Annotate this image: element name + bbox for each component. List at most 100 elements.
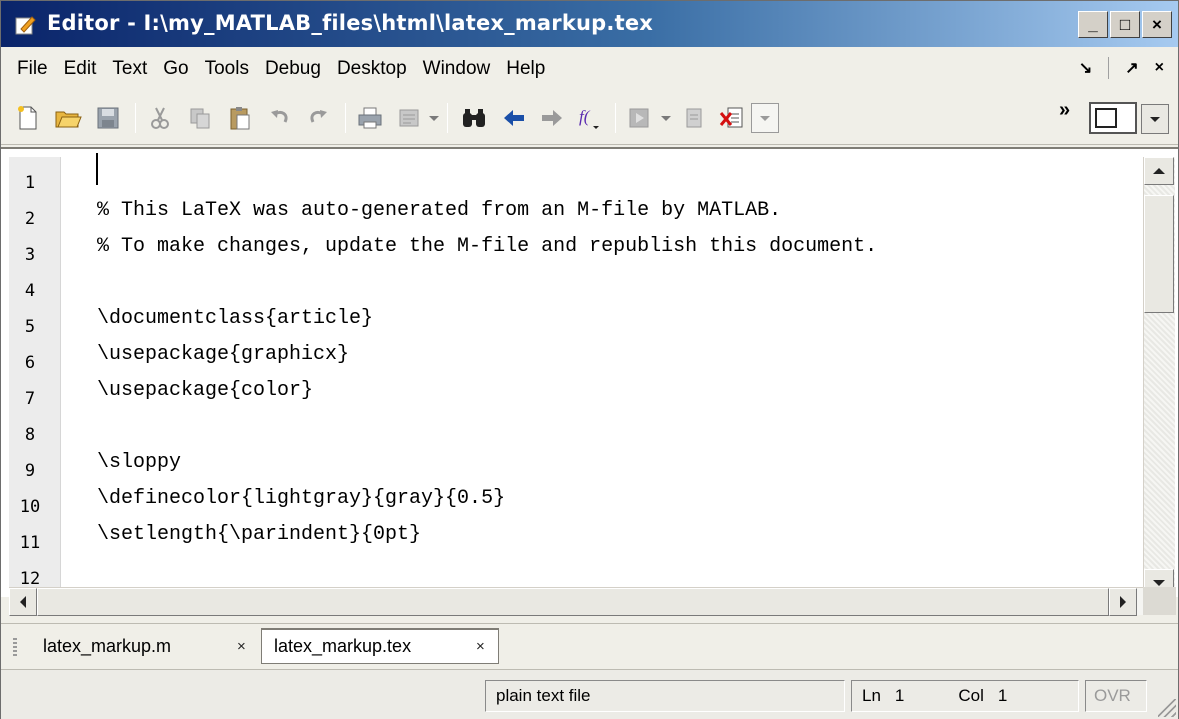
clear-breakpoints-button[interactable] (717, 103, 747, 133)
stack-button[interactable] (679, 103, 709, 133)
cell-size-dropdown[interactable] (1141, 104, 1169, 134)
chevron-up-icon (1153, 168, 1165, 174)
menu-help[interactable]: Help (498, 58, 553, 80)
line-number: 1 (24, 173, 36, 193)
maximize-button[interactable]: □ (1110, 11, 1140, 38)
code-editor[interactable]: 1 2 3 4 5 6 7 8 9 10 11 12 % This LaTeX … (1, 147, 1178, 601)
tab-latex-markup-tex[interactable]: latex_markup.tex × (261, 628, 499, 664)
menu-bar: File Edit Text Go Tools Debug Desktop Wi… (1, 49, 1178, 89)
paste-button[interactable] (225, 103, 255, 133)
code-line[interactable]: \usepackage{color} (97, 379, 313, 402)
ln-value: 1 (894, 686, 905, 705)
copy-icon (190, 108, 210, 129)
function-button[interactable]: f( (575, 103, 605, 133)
publish-icon (399, 109, 419, 127)
forward-button[interactable] (537, 103, 567, 133)
menu-go[interactable]: Go (155, 58, 196, 80)
line-number: 7 (24, 389, 36, 409)
toolbar-overflow-icon[interactable]: » (1059, 99, 1070, 122)
scroll-left-button[interactable] (9, 588, 37, 616)
line-number: 12 (19, 569, 41, 589)
svg-text:f(: f( (579, 107, 591, 126)
toolbar: f( » (1, 91, 1178, 145)
toolbar-separator (345, 103, 346, 133)
new-file-button[interactable] (13, 103, 43, 133)
undock-icon[interactable]: ↘ (1079, 58, 1092, 78)
open-file-button[interactable] (53, 103, 83, 133)
square-icon (1095, 108, 1117, 128)
code-line[interactable]: % To make changes, update the M-file and… (97, 235, 877, 258)
overwrite-mode-status: OVR (1085, 680, 1147, 712)
line-number: 2 (24, 209, 36, 229)
code-line[interactable]: \usepackage{graphicx} (97, 343, 349, 366)
line-number: 6 (24, 353, 36, 373)
run-icon (629, 108, 649, 128)
cursor-position-status: Ln 1 Col 1 (851, 680, 1079, 712)
tab-latex-markup-m[interactable]: latex_markup.m × (31, 628, 259, 664)
status-bar: plain text file Ln 1 Col 1 OVR (1, 669, 1178, 719)
tab-grip-icon[interactable] (13, 638, 17, 658)
line-number: 4 (24, 281, 36, 301)
run-dropdown-icon[interactable] (661, 116, 671, 121)
menu-tools[interactable]: Tools (197, 58, 257, 80)
maximize-doc-icon[interactable]: ↗ (1125, 58, 1138, 78)
code-line[interactable]: \setlength{\parindent}{0pt} (97, 523, 421, 546)
line-number: 3 (24, 245, 36, 265)
maximize-icon: □ (1119, 15, 1131, 34)
find-button[interactable] (459, 103, 489, 133)
open-file-icon (55, 111, 82, 128)
line-number: 5 (24, 317, 36, 337)
col-value: 1 (997, 686, 1008, 705)
minimize-icon: _ (1088, 15, 1098, 34)
run-button[interactable] (625, 103, 655, 133)
vertical-scrollbar[interactable] (1143, 157, 1175, 601)
chevron-right-icon (1120, 596, 1126, 608)
scroll-up-button[interactable] (1144, 157, 1174, 185)
code-line[interactable]: \documentclass{article} (97, 307, 373, 330)
scroll-right-button[interactable] (1109, 588, 1137, 616)
print-icon (358, 107, 382, 129)
col-label: Col (958, 686, 984, 705)
vertical-scroll-thumb[interactable] (1144, 195, 1174, 313)
tab-label: latex_markup.m (43, 635, 172, 656)
save-button[interactable] (93, 103, 123, 133)
close-doc-icon[interactable]: × (1155, 59, 1164, 77)
line-number: 9 (24, 461, 36, 481)
menu-file[interactable]: File (9, 58, 56, 80)
code-line[interactable]: % This LaTeX was auto-generated from an … (97, 199, 781, 222)
copy-button[interactable] (185, 103, 215, 133)
title-bar[interactable]: Editor - I:\my_MATLAB_files\html\latex_m… (1, 1, 1178, 47)
publish-dropdown-icon[interactable] (429, 116, 439, 121)
tab-close-icon[interactable]: × (237, 638, 246, 655)
tab-close-icon[interactable]: × (476, 638, 485, 655)
close-button[interactable]: × (1142, 11, 1172, 38)
code-line[interactable]: \sloppy (97, 451, 181, 474)
back-button[interactable] (499, 103, 529, 133)
cell-size-box[interactable] (1089, 102, 1137, 134)
chevron-down-icon (760, 115, 770, 121)
file-type-status: plain text file (485, 680, 845, 712)
cell-mode-dropdown[interactable] (751, 103, 779, 133)
forward-arrow-icon (542, 110, 562, 126)
toolbar-separator (615, 103, 616, 133)
horizontal-scroll-thumb[interactable] (37, 588, 1109, 616)
back-arrow-icon (504, 110, 524, 126)
menu-text[interactable]: Text (104, 58, 155, 80)
redo-button[interactable] (303, 103, 333, 133)
resize-grip-icon[interactable] (1158, 699, 1176, 717)
minimize-button[interactable]: _ (1078, 11, 1108, 38)
line-number-gutter: 1 2 3 4 5 6 7 8 9 10 11 12 (9, 157, 61, 593)
menu-edit[interactable]: Edit (56, 58, 105, 80)
document-tab-bar: latex_markup.m × latex_markup.tex × (1, 623, 1178, 665)
ln-label: Ln (862, 686, 881, 705)
print-button[interactable] (355, 103, 385, 133)
menu-window[interactable]: Window (415, 58, 499, 80)
menu-debug[interactable]: Debug (257, 58, 329, 80)
chevron-down-icon (1153, 580, 1165, 586)
cut-button[interactable] (145, 103, 175, 133)
undo-button[interactable] (265, 103, 295, 133)
menu-desktop[interactable]: Desktop (329, 58, 415, 80)
code-line[interactable]: \definecolor{lightgray}{gray}{0.5} (97, 487, 505, 510)
publish-button[interactable] (395, 103, 425, 133)
horizontal-scrollbar[interactable] (9, 587, 1143, 616)
